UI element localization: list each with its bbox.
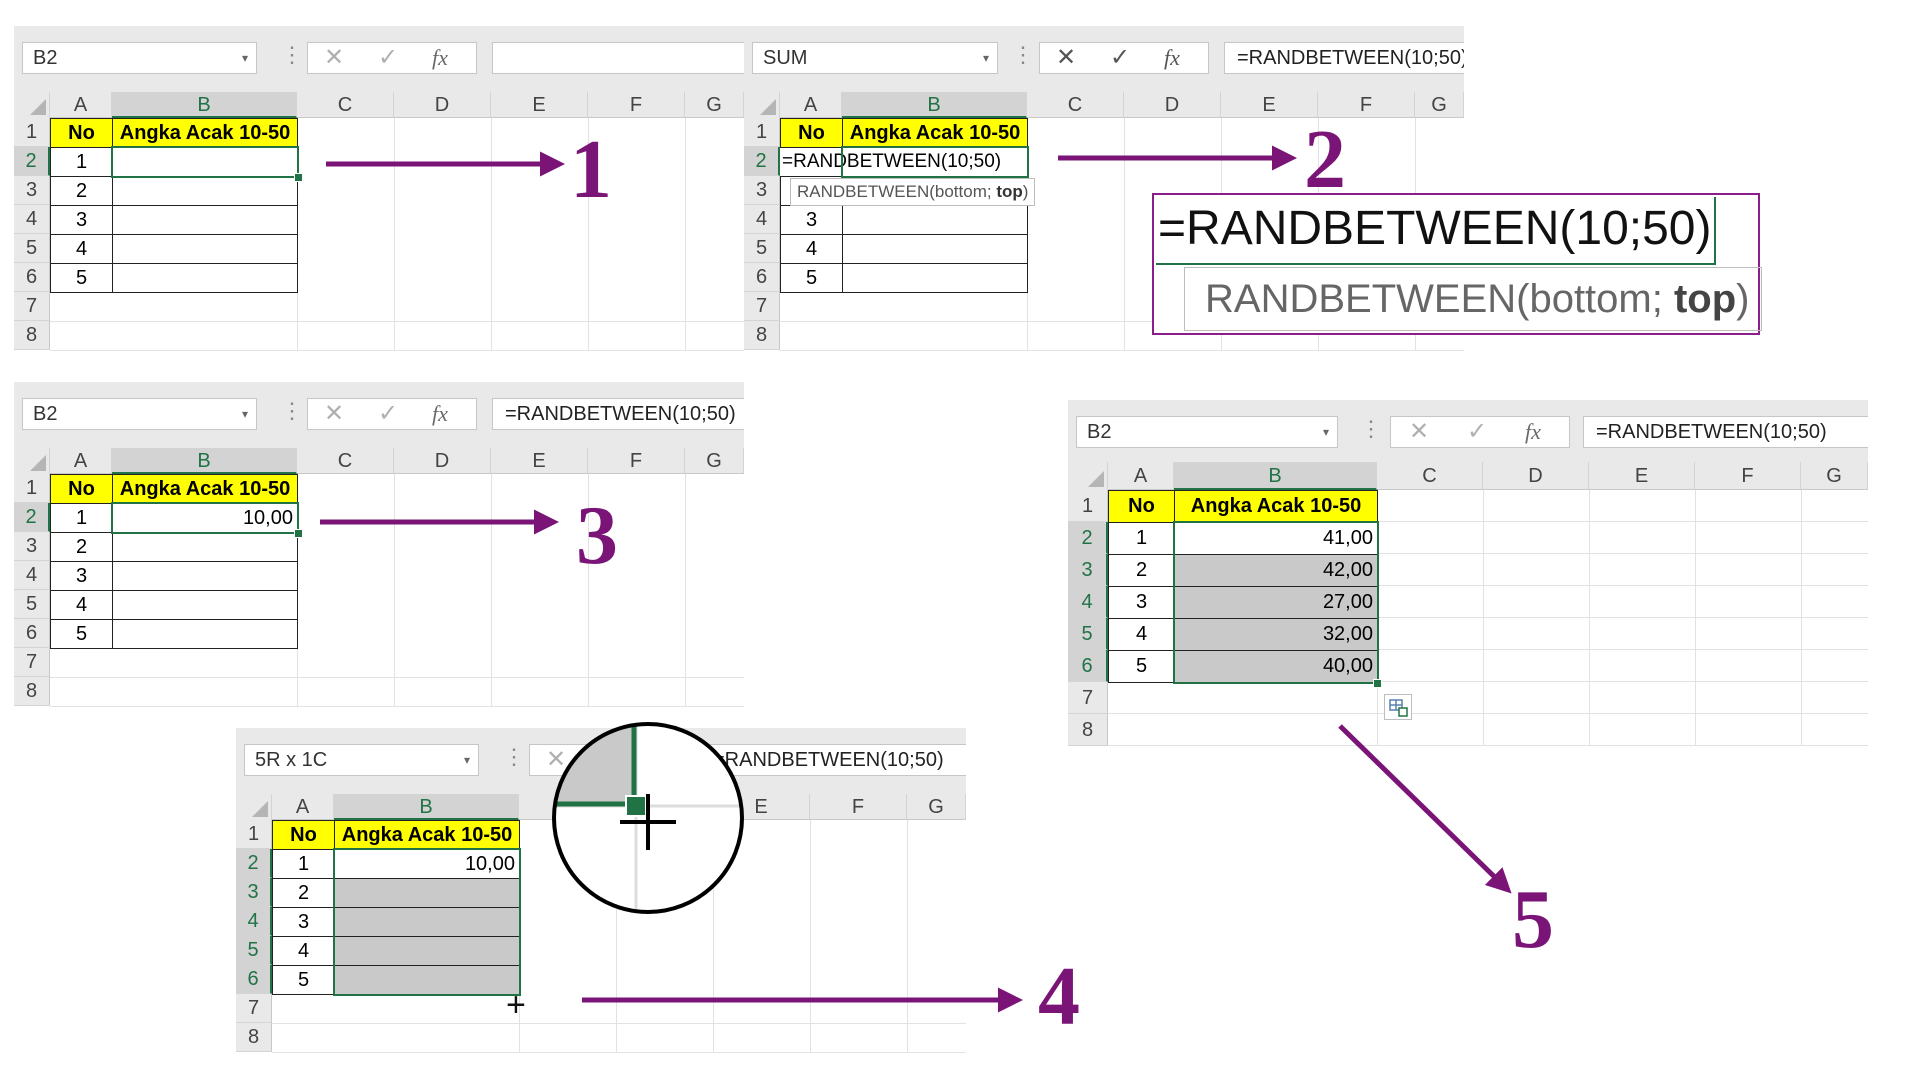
arrows-layer — [320, 145, 1512, 1013]
step-3-label: 3 — [576, 489, 618, 582]
arrow-step-5 — [1338, 724, 1512, 894]
step-5-label: 5 — [1512, 873, 1554, 966]
step-2-label: 2 — [1304, 113, 1346, 206]
step-1-label: 1 — [570, 123, 612, 216]
step-4-label: 4 — [1038, 950, 1080, 1043]
